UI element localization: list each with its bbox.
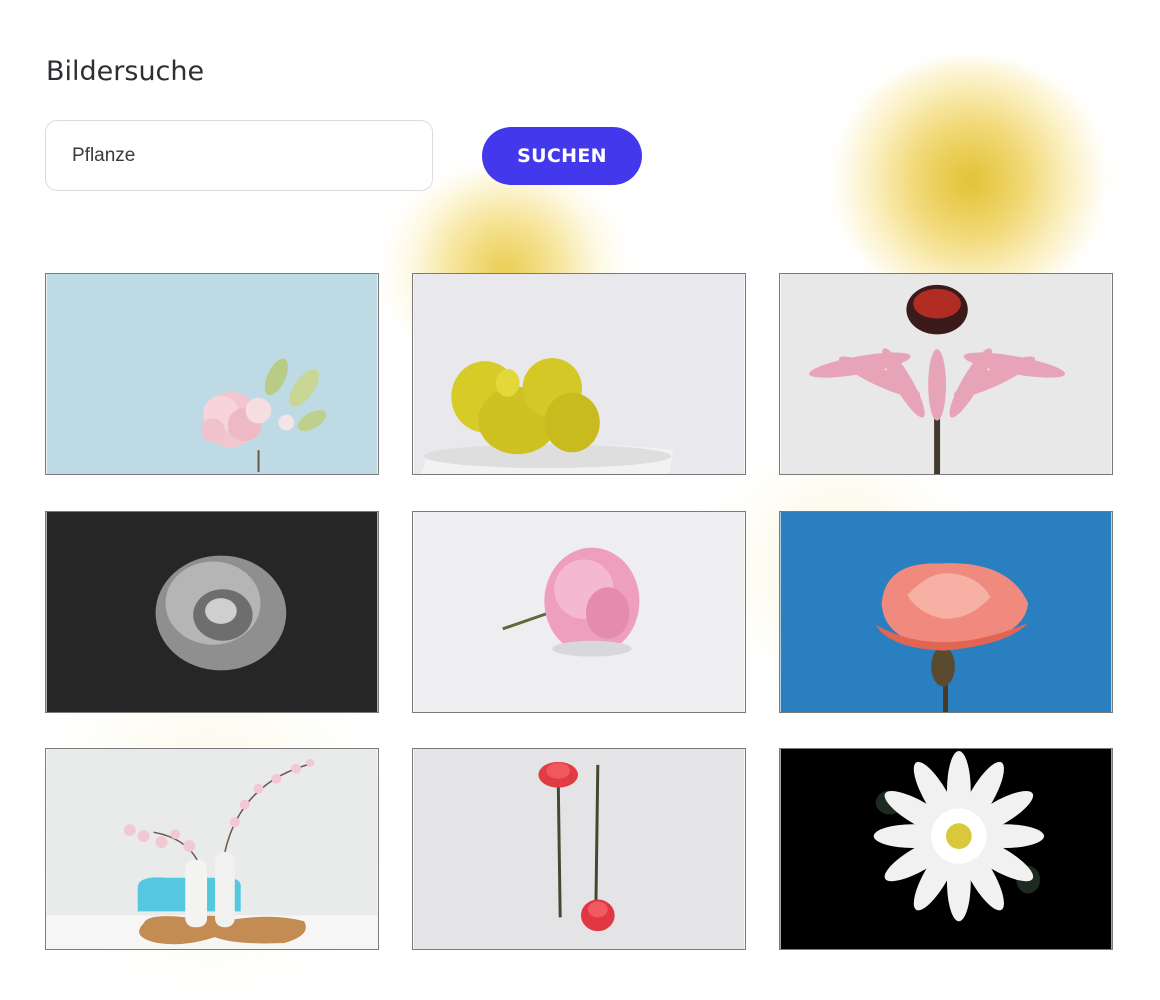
result-image-pink-blossom[interactable] (45, 273, 379, 475)
background-glow (830, 60, 1110, 300)
coral-rose-image (780, 512, 1112, 712)
red-carnations-image (413, 749, 745, 949)
result-image-pink-carnation[interactable] (412, 511, 746, 713)
result-image-blossom-vases[interactable] (45, 748, 379, 950)
search-button[interactable]: SUCHEN (482, 127, 642, 185)
pink-carnation-image (413, 512, 745, 712)
pink-blossom-image (46, 274, 378, 474)
pink-coneflower-image (780, 274, 1112, 474)
page-title: Bildersuche (46, 56, 205, 87)
search-input[interactable] (45, 120, 433, 191)
result-image-yellow-cactus[interactable] (412, 273, 746, 475)
white-dahlia-image (780, 749, 1112, 949)
grey-rose-image (46, 512, 378, 712)
result-image-grey-rose[interactable] (45, 511, 379, 713)
result-image-white-dahlia[interactable] (779, 748, 1113, 950)
result-image-pink-coneflower[interactable] (779, 273, 1113, 475)
blossom-vases-image (46, 749, 378, 949)
yellow-cactus-image (413, 274, 745, 474)
result-image-coral-rose[interactable] (779, 511, 1113, 713)
result-image-red-carnations[interactable] (412, 748, 746, 950)
